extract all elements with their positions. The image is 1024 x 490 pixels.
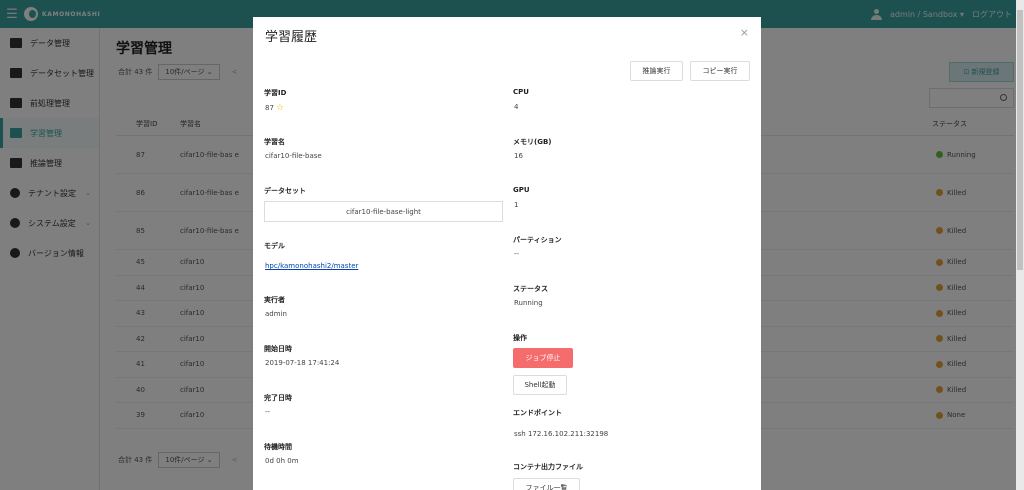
cpu-label: CPU	[513, 88, 529, 96]
runner-value: admin	[265, 310, 287, 318]
dataset-value[interactable]: cifar10-file-base-light	[264, 201, 503, 222]
partition-label: パーティション	[513, 236, 562, 244]
training-id-value: 87 ☆	[265, 103, 284, 113]
start-time-value: 2019-07-18 17:41:24	[265, 359, 340, 367]
end-time-label: 完了日時	[264, 394, 292, 402]
star-icon[interactable]: ☆	[276, 103, 284, 113]
modal-title: 学習履歴	[265, 30, 318, 45]
endpoint-label: エンドポイント	[513, 409, 562, 417]
model-label: モデル	[264, 242, 285, 250]
shell-button[interactable]: Shell起動	[513, 375, 567, 395]
gpu-label: GPU	[513, 186, 530, 194]
end-time-value: --	[265, 408, 271, 416]
memory-value: 16	[514, 152, 523, 160]
copy-button[interactable]: コピー実行	[690, 61, 750, 81]
training-history-modal: 学習履歴 × 推論実行 コピー実行 学習ID 87 ☆ 学習名 cifar10-f…	[253, 17, 761, 490]
cpu-value: 4	[514, 103, 519, 111]
model-link[interactable]: hpc/kamonohashi2/master	[265, 262, 358, 270]
wait-time-value: 0d 0h 0m	[265, 457, 299, 465]
training-id-label: 学習ID	[264, 89, 287, 97]
memory-label: メモリ(GB)	[513, 138, 552, 146]
status-label: ステータス	[513, 285, 548, 293]
dataset-label: データセット	[264, 187, 306, 195]
stop-job-button[interactable]: ジョブ停止	[513, 348, 573, 368]
training-name-value: cifar10-file-base	[265, 152, 322, 160]
runner-label: 実行者	[264, 296, 285, 304]
endpoint-value: ssh 172.16.102.211:32198	[514, 430, 609, 438]
scrollbar[interactable]	[1016, 0, 1024, 490]
training-name-label: 学習名	[264, 138, 285, 146]
operations-label: 操作	[513, 334, 527, 342]
partition-value: --	[514, 250, 520, 258]
start-time-label: 開始日時	[264, 345, 292, 353]
status-value: Running	[514, 299, 543, 307]
infer-button[interactable]: 推論実行	[630, 61, 683, 81]
gpu-value: 1	[514, 201, 519, 209]
output-files-label: コンテナ出力ファイル	[513, 463, 583, 471]
close-icon[interactable]: ×	[740, 26, 749, 39]
scrollbar-thumb[interactable]	[1017, 10, 1023, 270]
file-list-button[interactable]: ファイル一覧	[513, 478, 580, 490]
wait-time-label: 待機時間	[264, 443, 292, 451]
training-id-text: 87	[265, 104, 274, 112]
